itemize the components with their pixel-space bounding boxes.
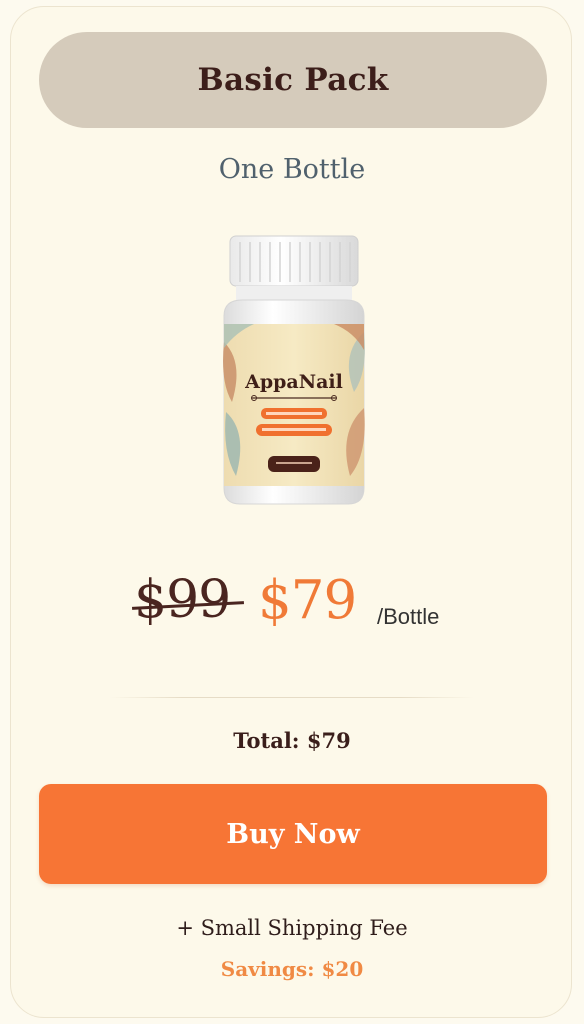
price-unit: /Bottle (377, 604, 440, 629)
sale-price: $79 (258, 570, 357, 631)
total-price: Total: $79 (233, 728, 351, 753)
pack-title: Basic Pack (197, 62, 389, 98)
supplement-bottle-icon: AppaNail (223, 235, 365, 505)
buy-now-button[interactable]: Buy Now (39, 784, 547, 884)
savings-text: Savings: $20 (220, 957, 364, 981)
quantity-label: One Bottle (218, 154, 366, 185)
price-row: $99 $79 /Bottle (0, 566, 584, 646)
product-image: AppaNail (214, 232, 374, 512)
pack-header: Basic Pack (39, 32, 547, 128)
divider (110, 697, 474, 698)
buy-now-label: Buy Now (226, 818, 360, 850)
original-price: $99 (134, 570, 231, 630)
product-brand-text: AppaNail (244, 371, 343, 393)
shipping-note: + Small Shipping Fee (176, 916, 408, 940)
